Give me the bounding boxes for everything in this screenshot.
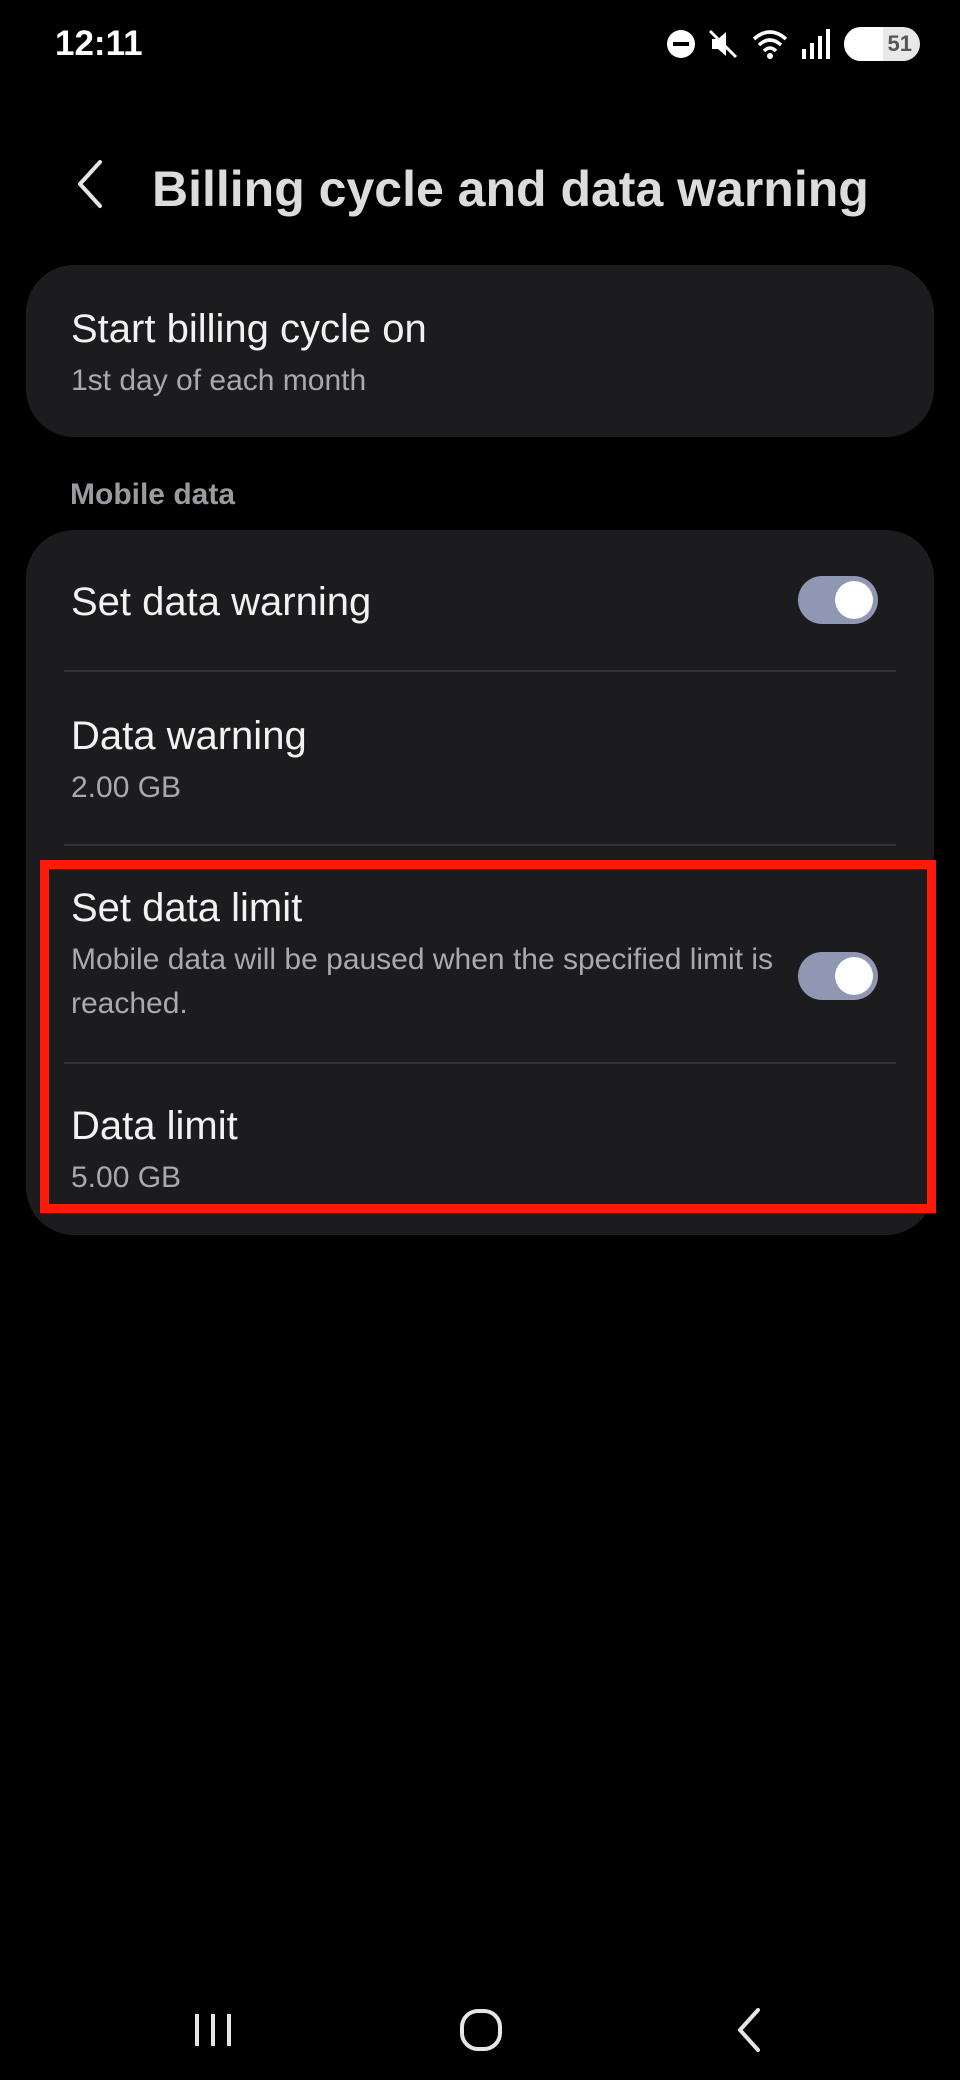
- navigation-bar: [0, 1980, 960, 2080]
- set-data-limit-row[interactable]: Set data limit Mobile data will be pause…: [26, 846, 934, 1046]
- battery-icon: 51: [844, 27, 920, 61]
- set-data-limit-toggle[interactable]: [798, 952, 878, 1000]
- section-label-mobile-data: Mobile data: [70, 478, 236, 511]
- mobile-data-card: Set data warning Data warning 2.00 GB Se…: [26, 530, 934, 1235]
- data-warning-title: Data warning: [71, 714, 307, 758]
- billing-cycle-value: 1st day of each month: [71, 364, 367, 397]
- set-data-limit-description: Mobile data will be paused when the spec…: [71, 943, 774, 1020]
- data-limit-value: 5.00 GB: [71, 1161, 182, 1194]
- set-data-warning-title: Set data warning: [71, 580, 372, 624]
- data-warning-row[interactable]: Data warning 2.00 GB: [26, 672, 934, 842]
- signal-icon: [800, 27, 834, 61]
- app-header: Billing cycle and data warning: [0, 130, 960, 240]
- do-not-disturb-icon: [666, 29, 696, 59]
- status-time: 12:11: [55, 24, 143, 63]
- set-data-limit-title: Set data limit: [71, 886, 303, 930]
- wifi-icon: [750, 27, 790, 61]
- status-icons: 51: [666, 24, 920, 64]
- set-data-warning-toggle[interactable]: [798, 576, 878, 624]
- data-warning-value: 2.00 GB: [71, 771, 182, 804]
- back-icon[interactable]: [710, 2000, 790, 2060]
- page-title: Billing cycle and data warning: [152, 161, 869, 217]
- billing-cycle-card[interactable]: Start billing cycle on 1st day of each m…: [26, 265, 934, 437]
- battery-level: 51: [887, 31, 912, 56]
- set-data-warning-row[interactable]: Set data warning: [26, 530, 934, 670]
- home-icon[interactable]: [441, 2000, 521, 2060]
- recents-icon[interactable]: [173, 2000, 253, 2060]
- data-limit-title: Data limit: [71, 1104, 238, 1148]
- billing-cycle-title: Start billing cycle on: [71, 307, 427, 351]
- status-bar: 12:11 51: [0, 0, 960, 90]
- data-limit-row[interactable]: Data limit 5.00 GB: [26, 1064, 934, 1234]
- back-arrow-icon[interactable]: [62, 156, 118, 212]
- mute-icon: [706, 27, 740, 61]
